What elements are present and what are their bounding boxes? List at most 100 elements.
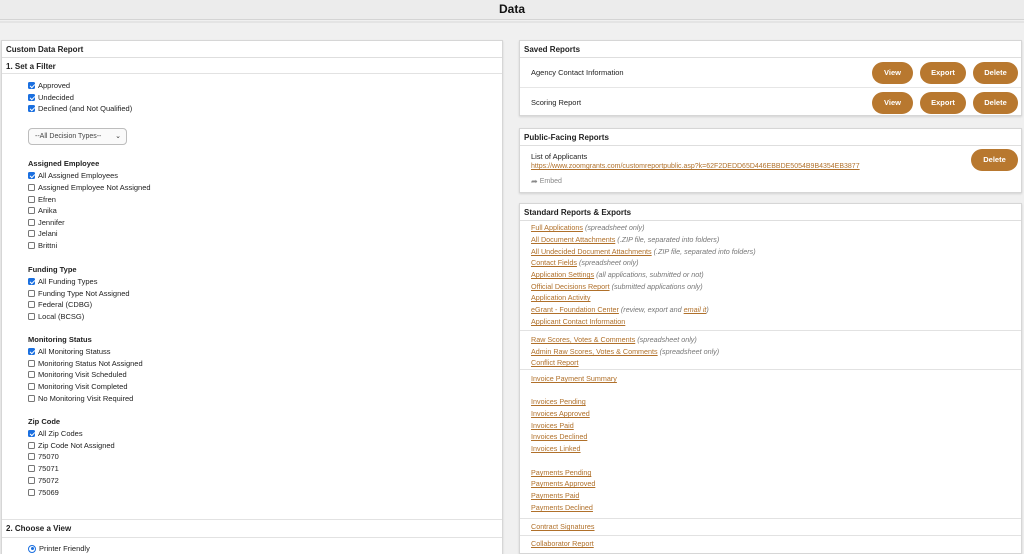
zip-option[interactable]: 75070 [28, 451, 59, 462]
checkbox-label: Jelani [38, 229, 58, 238]
checkbox-box[interactable] [28, 465, 35, 472]
report-link[interactable]: Application Settings [531, 270, 594, 279]
employee-option[interactable]: Efren [28, 194, 56, 205]
export-button[interactable]: Export [920, 62, 966, 84]
monitoring-option[interactable]: All Monitoring Statuss [28, 346, 111, 357]
employee-option[interactable]: All Assigned Employees [28, 170, 118, 181]
delete-button[interactable]: Delete [973, 62, 1018, 84]
checkbox-box[interactable] [28, 301, 35, 308]
monitoring-option[interactable]: No Monitoring Visit Required [28, 393, 133, 404]
report-link[interactable]: Collaborator Report [531, 539, 594, 548]
report-link[interactable]: Application Activity [531, 293, 591, 302]
funding-option[interactable]: Funding Type Not Assigned [28, 288, 130, 299]
checkbox-box[interactable] [28, 477, 35, 484]
report-link[interactable]: All Undecided Document Attachments [531, 247, 652, 256]
monitoring-option[interactable]: Monitoring Visit Completed [28, 381, 128, 392]
standard-group: Raw Scores, Votes & Comments (spreadsheet… [520, 331, 1021, 370]
export-button[interactable]: Export [920, 92, 966, 114]
checkbox-box[interactable] [28, 313, 35, 320]
employee-option[interactable]: Jennifer [28, 217, 65, 228]
report-link[interactable]: Invoices Declined [531, 432, 587, 441]
employee-option[interactable]: Anika [28, 205, 57, 216]
email-it-link[interactable]: email it [684, 305, 707, 314]
employee-option[interactable]: Jelani [28, 228, 58, 239]
page-header: Data [0, 0, 1024, 20]
share-arrow-icon: ➦ [531, 177, 538, 186]
zip-option[interactable]: 75071 [28, 463, 59, 474]
checkbox-box[interactable] [28, 395, 35, 402]
funding-option[interactable]: All Funding Types [28, 276, 97, 287]
checkbox-box[interactable] [28, 278, 35, 285]
checkbox-box[interactable] [28, 489, 35, 496]
report-link[interactable]: Invoices Linked [531, 444, 581, 453]
checkbox-label: Monitoring Visit Completed [38, 382, 128, 391]
report-link[interactable]: Payments Pending [531, 468, 591, 477]
report-link[interactable]: Payments Approved [531, 479, 595, 488]
report-link[interactable]: Invoices Pending [531, 397, 586, 406]
report-link[interactable]: eGrant - Foundation Center [531, 305, 619, 314]
checkbox-label: Undecided [38, 93, 74, 102]
zip-option[interactable]: 75072 [28, 475, 59, 486]
checkbox-box[interactable] [28, 442, 35, 449]
report-link-row: Official Decisions Report (submitted appl… [531, 282, 703, 293]
checkbox-box[interactable] [28, 290, 35, 297]
report-link[interactable]: Official Decisions Report [531, 282, 610, 291]
checkbox-box[interactable] [28, 383, 35, 390]
report-link[interactable]: All Document Attachments [531, 235, 615, 244]
public-report-url-link[interactable]: https://www.zoomgrants.com/customreportp… [531, 163, 860, 170]
checkbox-box[interactable] [28, 360, 35, 367]
checkbox-box[interactable] [28, 207, 35, 214]
checkbox-box[interactable] [28, 348, 35, 355]
zip-option[interactable]: All Zip Codes [28, 428, 83, 439]
checkbox-box[interactable] [28, 230, 35, 237]
view-button[interactable]: View [872, 92, 913, 114]
report-link[interactable]: Conflict Report [531, 358, 579, 367]
report-link[interactable]: Raw Scores, Votes & Comments [531, 335, 635, 344]
zip-option[interactable]: 75069 [28, 487, 59, 498]
printer-friendly-radio[interactable]: Printer Friendly [28, 543, 90, 554]
radio-button[interactable] [28, 544, 36, 553]
checkbox-box[interactable] [28, 105, 35, 112]
monitoring-option[interactable]: Monitoring Status Not Assigned [28, 358, 143, 369]
decision-type-select[interactable]: --All Decision Types-- ⌄ [28, 128, 127, 145]
delete-button[interactable]: Delete [971, 149, 1018, 171]
zip-code-label: Zip Code [28, 417, 61, 426]
zip-option[interactable]: Zip Code Not Assigned [28, 440, 115, 451]
report-link[interactable]: Admin Raw Scores, Votes & Comments [531, 347, 658, 356]
report-link[interactable]: Invoices Paid [531, 421, 574, 430]
checkbox-box[interactable] [28, 184, 35, 191]
checkbox-box[interactable] [28, 196, 35, 203]
page-title: Data [498, 2, 525, 16]
report-link[interactable]: Full Applications [531, 223, 583, 232]
checkbox-box[interactable] [28, 172, 35, 179]
standard-reports-title: Standard Reports & Exports [520, 204, 1021, 221]
checkbox-box[interactable] [28, 453, 35, 460]
checkbox-box[interactable] [28, 82, 35, 89]
monitoring-option[interactable]: Monitoring Visit Scheduled [28, 369, 127, 380]
checkbox-box[interactable] [28, 371, 35, 378]
checkbox-label: 75072 [38, 476, 59, 485]
checkbox-box[interactable] [28, 242, 35, 249]
employee-option[interactable]: Assigned Employee Not Assigned [28, 182, 151, 193]
status-approved-checkbox[interactable]: Approved [28, 80, 70, 91]
report-link[interactable]: Invoice Payment Summary [531, 374, 617, 383]
checkbox-box[interactable] [28, 430, 35, 437]
report-link[interactable]: Applicant Contact Information [531, 317, 625, 326]
embed-link[interactable]: ➦ Embed [531, 177, 562, 186]
report-link[interactable]: Invoices Approved [531, 409, 590, 418]
report-link-row: Full Applications (spreadsheet only) [531, 223, 644, 234]
status-declined-checkbox[interactable]: Declined (and Not Qualified) [28, 103, 132, 114]
report-link[interactable]: Payments Paid [531, 491, 579, 500]
funding-option[interactable]: Local (BCSG) [28, 311, 84, 322]
report-link[interactable]: Payments Declined [531, 503, 593, 512]
checkbox-box[interactable] [28, 219, 35, 226]
funding-option[interactable]: Federal (CDBG) [28, 299, 92, 310]
checkbox-box[interactable] [28, 94, 35, 101]
view-button[interactable]: View [872, 62, 913, 84]
status-undecided-checkbox[interactable]: Undecided [28, 92, 74, 103]
section-divider [2, 519, 502, 520]
report-link[interactable]: Contract Signatures [531, 522, 595, 531]
report-link[interactable]: Contact Fields [531, 258, 577, 267]
employee-option[interactable]: Brittni [28, 240, 57, 251]
delete-button[interactable]: Delete [973, 92, 1018, 114]
